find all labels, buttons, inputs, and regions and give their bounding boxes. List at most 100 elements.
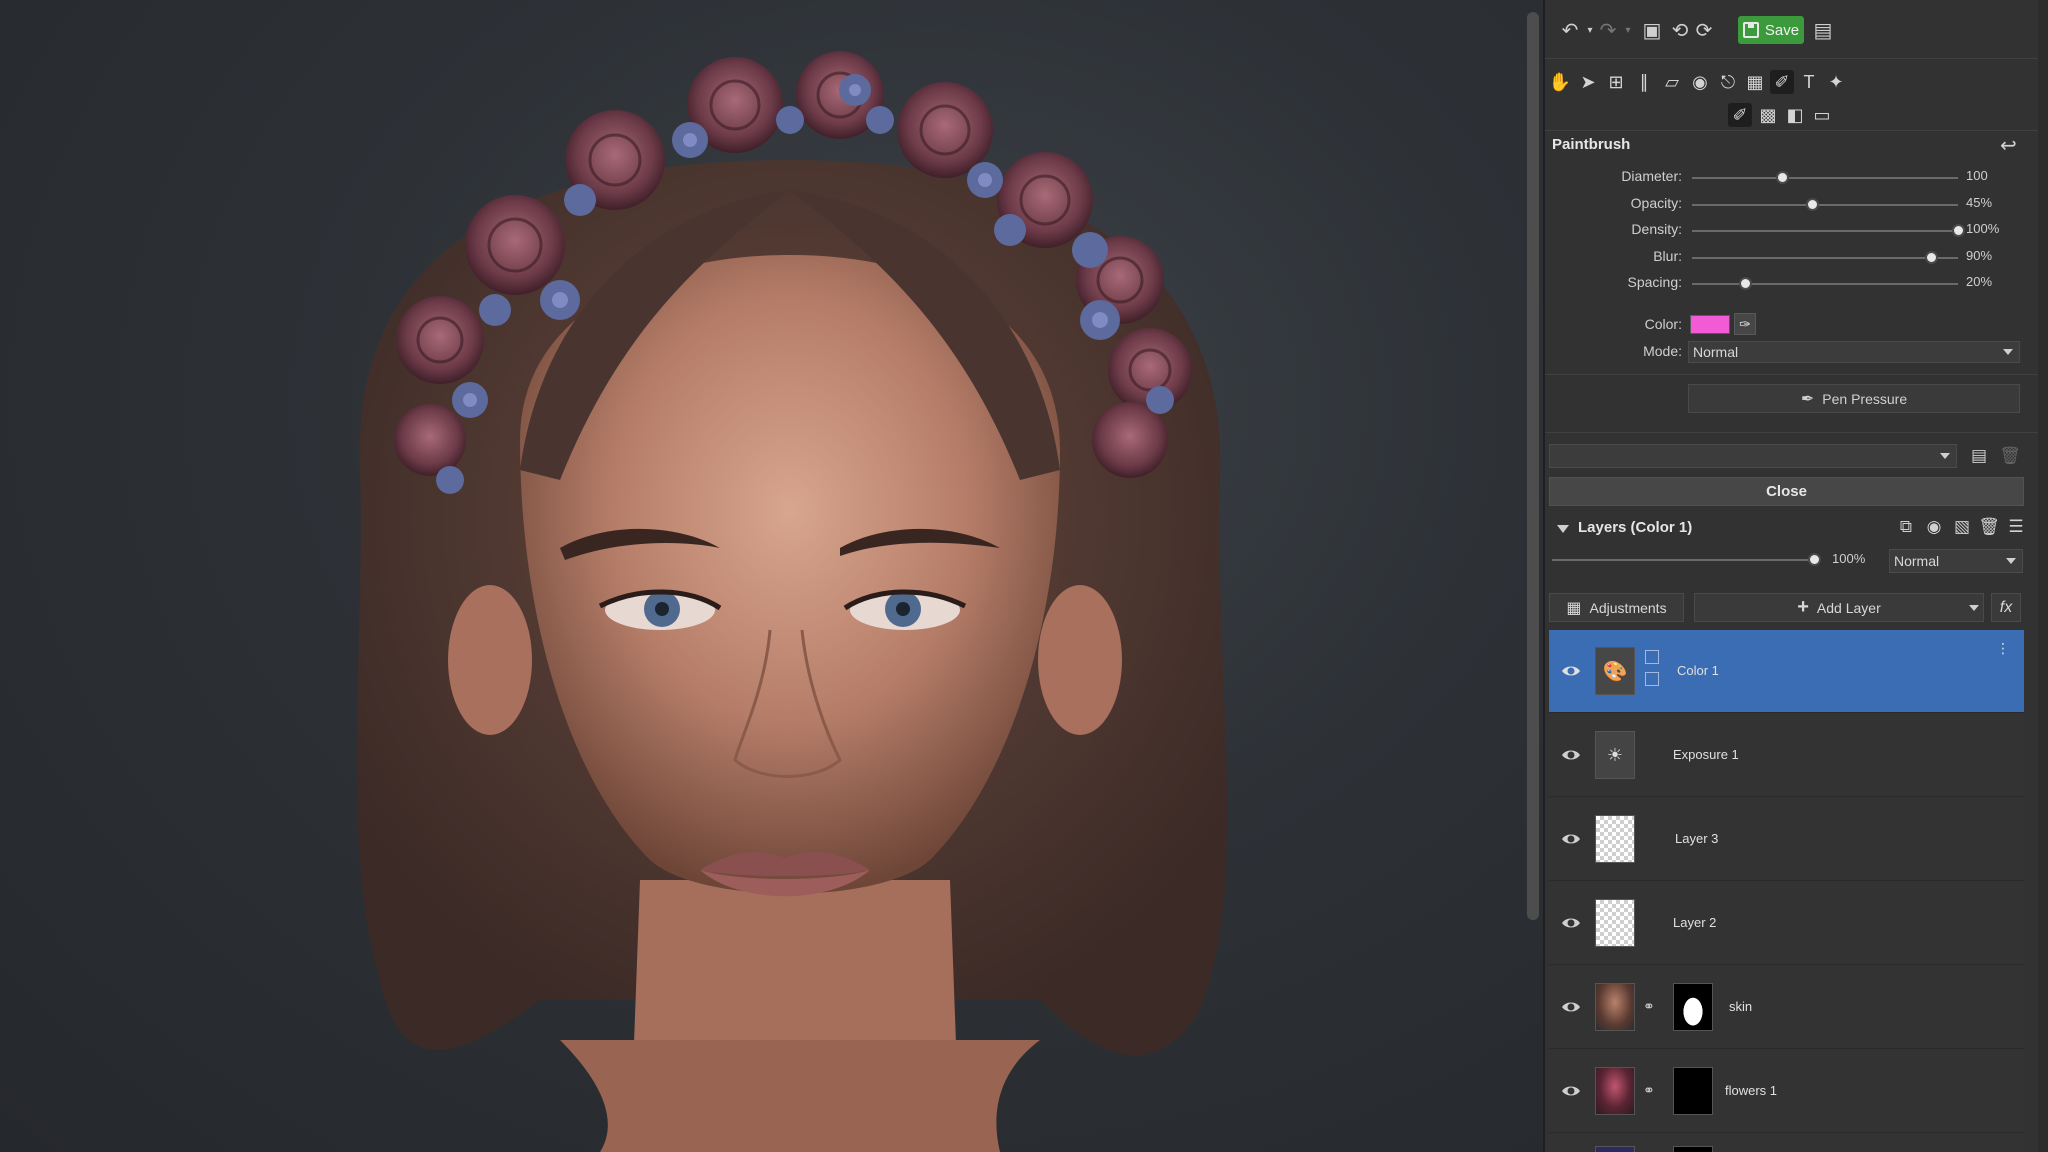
canvas-vertical-scrollbar[interactable]: [1527, 12, 1539, 920]
export-icon[interactable]: ▤: [1810, 18, 1836, 44]
layer-row-skin[interactable]: ⚭ skin: [1549, 966, 2024, 1049]
add-layer-label: Add Layer: [1816, 599, 1881, 616]
bucket-icon[interactable]: ▩: [1756, 103, 1780, 127]
eye-icon[interactable]: [1561, 661, 1581, 681]
effects-icon[interactable]: ✦: [1824, 70, 1848, 94]
chevron-down-icon: [1969, 605, 1979, 611]
preset-dropdown[interactable]: [1549, 444, 1957, 468]
close-button[interactable]: Close: [1549, 477, 2024, 506]
color-swatch[interactable]: [1690, 315, 1730, 334]
param-label: Opacity:: [1630, 195, 1682, 211]
collapse-layers-icon[interactable]: [1557, 525, 1569, 533]
layer-name: Layer 3: [1675, 831, 1719, 846]
perspective-icon[interactable]: ▱: [1660, 70, 1684, 94]
diameter-slider-track[interactable]: [1692, 171, 1958, 184]
opacity-slider-track[interactable]: [1692, 198, 1958, 211]
eyedropper-icon[interactable]: ✑: [1734, 313, 1756, 335]
paintbrush-title: Paintbrush: [1552, 136, 1631, 153]
transparent-thumbnail: [1595, 899, 1635, 947]
chevron-down-icon: [1940, 453, 1950, 459]
param-value: 90%: [1966, 248, 1993, 263]
paintbrush-icon[interactable]: ✐: [1728, 103, 1752, 127]
more-icon[interactable]: ⋮: [1996, 640, 2010, 657]
folder-icon[interactable]: ▧: [1951, 516, 1973, 538]
param-value: 100%: [1966, 221, 2000, 236]
blur-slider-track[interactable]: [1692, 251, 1958, 264]
blend-mode-dropdown[interactable]: Normal: [1889, 549, 2023, 573]
mask-thumbnail[interactable]: [1673, 983, 1713, 1031]
eye-icon[interactable]: [1561, 829, 1581, 849]
section-separator: [1545, 432, 2038, 433]
opacity-slider-knob[interactable]: [1805, 198, 1819, 211]
image-canvas[interactable]: [0, 0, 1543, 1152]
add-layer-dropdown[interactable]: [1962, 593, 1986, 622]
adjustments-icon: ▦: [1566, 599, 1582, 617]
layer-row-layer-2[interactable]: Layer 2: [1549, 882, 2024, 965]
brush-tool-icon[interactable]: ✐: [1770, 70, 1794, 94]
image-icon[interactable]: ▣: [1639, 18, 1665, 44]
crop-icon[interactable]: ⊞: [1604, 70, 1628, 94]
mask-icon[interactable]: ◉: [1923, 516, 1945, 538]
layer-name: flowers 1: [1725, 1083, 1778, 1098]
eraser-icon[interactable]: ▭: [1810, 103, 1834, 127]
save-button[interactable]: Save: [1738, 16, 1804, 44]
rotate-right-icon[interactable]: ⟳: [1691, 18, 1717, 44]
mask-thumbnail[interactable]: [1673, 1067, 1713, 1115]
mask-thumbnail: [1673, 1146, 1713, 1152]
save-preset-icon[interactable]: ▤: [1968, 445, 1990, 467]
density-slider-knob[interactable]: [1952, 224, 1965, 237]
layers-title: Layers (Color 1): [1578, 519, 1693, 536]
link-icon[interactable]: ⚭: [1643, 1082, 1655, 1099]
add-layer-button[interactable]: + Add Layer: [1694, 593, 1984, 622]
redo-history-icon[interactable]: ▾: [1615, 18, 1641, 44]
palette-icon: 🎨: [1595, 647, 1635, 695]
layer-row-exposure-1[interactable]: ☀ Exposure 1: [1549, 714, 2024, 797]
menu-icon[interactable]: ☰: [2005, 516, 2027, 538]
reset-icon[interactable]: ↩: [2000, 133, 2017, 158]
eye-icon[interactable]: [1561, 1081, 1581, 1101]
density-slider-track[interactable]: [1692, 224, 1965, 237]
straighten-icon[interactable]: ∥: [1632, 70, 1656, 94]
layer-opacity-value: 100%: [1832, 551, 1866, 566]
plus-icon: +: [1797, 596, 1809, 618]
grid-icon[interactable]: ▦: [1743, 70, 1767, 94]
hand-icon[interactable]: ✋: [1548, 70, 1572, 94]
layer-name: skin: [1729, 999, 1753, 1014]
pen-pressure-label: Pen Pressure: [1822, 390, 1908, 407]
layer-opacity-slider-track[interactable]: [1552, 553, 1821, 566]
layer-opacity-slider-knob[interactable]: [1808, 553, 1821, 566]
save-disk-icon: [1742, 22, 1759, 38]
fx-button[interactable]: fx: [1991, 593, 2021, 622]
red-eye-icon[interactable]: ◉: [1688, 70, 1712, 94]
duplicate-layer-icon[interactable]: ⧉: [1895, 516, 1917, 538]
param-value: 100: [1966, 168, 1988, 183]
layer-row-color-1[interactable]: 🎨 Color 1 ⋮: [1549, 630, 2024, 713]
spacing-slider-track[interactable]: [1692, 277, 1958, 290]
mode-value: Normal: [1693, 344, 1739, 360]
pointer-icon[interactable]: ➤: [1576, 70, 1600, 94]
param-label: Diameter:: [1621, 168, 1682, 184]
chevron-down-icon: [2006, 558, 2016, 564]
delete-preset-icon[interactable]: 🗑: [1999, 445, 2021, 467]
rotate-left-icon[interactable]: ⟲: [1667, 18, 1693, 44]
layer-row-flowers-1[interactable]: ⚭ flowers 1: [1549, 1050, 2024, 1133]
layer-row-partial[interactable]: [1549, 1134, 2024, 1152]
clone-icon[interactable]: ⎋: [1716, 70, 1740, 94]
pen-pressure-button[interactable]: ✒ Pen Pressure: [1688, 384, 2020, 413]
param-value: 45%: [1966, 195, 1993, 210]
close-label: Close: [1766, 483, 1807, 500]
eye-icon[interactable]: [1561, 913, 1581, 933]
mode-label: Mode:: [1643, 343, 1682, 359]
panel-scrollbar[interactable]: [2038, 0, 2048, 1152]
text-icon[interactable]: T: [1797, 70, 1821, 94]
toolbar-separator: [1545, 58, 2038, 59]
adjustments-button[interactable]: ▦ Adjustments: [1549, 593, 1684, 622]
save-label: Save: [1764, 21, 1800, 39]
link-icon[interactable]: ⚭: [1643, 998, 1655, 1015]
mode-dropdown[interactable]: Normal: [1688, 341, 2020, 363]
layer-row-layer-3[interactable]: Layer 3: [1549, 798, 2024, 881]
eye-icon[interactable]: [1561, 997, 1581, 1017]
gradient-icon[interactable]: ◧: [1783, 103, 1807, 127]
eye-icon[interactable]: [1561, 745, 1581, 765]
delete-layer-icon[interactable]: 🗑: [1978, 516, 2000, 538]
